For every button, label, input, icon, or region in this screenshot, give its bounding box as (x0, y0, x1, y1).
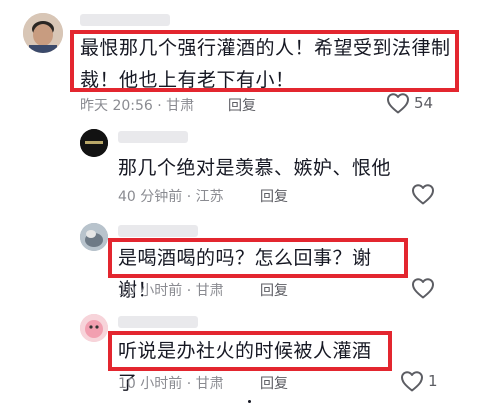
like-button[interactable]: 54 (386, 92, 433, 114)
avatar[interactable] (80, 129, 108, 157)
like-button[interactable]: 1 (400, 370, 438, 392)
heart-outline-icon (411, 183, 435, 205)
username[interactable] (118, 316, 198, 328)
like-button[interactable] (411, 183, 439, 205)
reply-button[interactable]: 回复 (260, 186, 288, 206)
avatar[interactable] (80, 314, 108, 342)
comment-meta: 10 小时前 · 甘肃 (118, 376, 224, 392)
username[interactable] (118, 225, 198, 237)
like-button[interactable] (411, 277, 439, 299)
reply-button[interactable]: 回复 (260, 373, 288, 393)
comment-meta: 40 分钟前 · 江苏 (118, 189, 224, 205)
heart-outline-icon (386, 92, 410, 114)
like-count: 54 (414, 94, 434, 112)
comment-meta: 昨天 20:56 · 甘肃 (80, 98, 195, 114)
username[interactable] (80, 14, 170, 26)
heart-outline-icon (411, 277, 435, 299)
reply-button[interactable]: 回复 (228, 95, 256, 115)
comment-text: 那几个绝对是羡慕、嫉妒、恨他 (118, 157, 392, 179)
avatar[interactable] (80, 223, 108, 251)
scroll-indicator-dot (248, 400, 251, 403)
avatar[interactable] (23, 13, 63, 53)
comment-meta: 10 小时前 · 甘肃 (118, 283, 224, 299)
username[interactable] (118, 131, 188, 143)
comment-text: 最恨那几个强行灌酒的人！希望受到法律制裁！他也上有老下有小！ (80, 37, 451, 91)
reply-button[interactable]: 回复 (260, 280, 288, 300)
heart-outline-icon (400, 370, 424, 392)
like-count: 1 (428, 372, 438, 390)
